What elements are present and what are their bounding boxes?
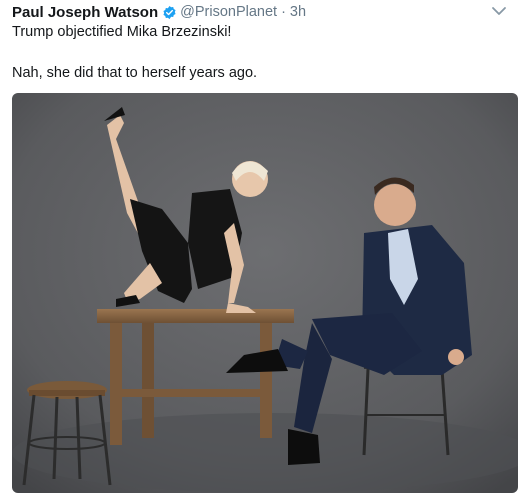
tweet-text-line-1: Trump objectified Mika Brzezinski! (12, 24, 232, 40)
chevron-down-icon[interactable] (491, 5, 507, 17)
author-name[interactable]: Paul Joseph Watson (12, 4, 158, 21)
tweet-photo[interactable] (12, 93, 518, 493)
photo-illustration (12, 93, 518, 493)
tweet-header: Paul Joseph Watson @PrisonPlanet · 3h (12, 2, 306, 22)
author-handle[interactable]: @PrisonPlanet (180, 4, 277, 20)
tweet-text-line-2: Nah, she did that to herself years ago. (12, 65, 258, 81)
separator-dot: · (281, 4, 286, 20)
verified-badge-icon (163, 5, 176, 19)
tweet-timestamp[interactable]: 3h (290, 4, 306, 20)
